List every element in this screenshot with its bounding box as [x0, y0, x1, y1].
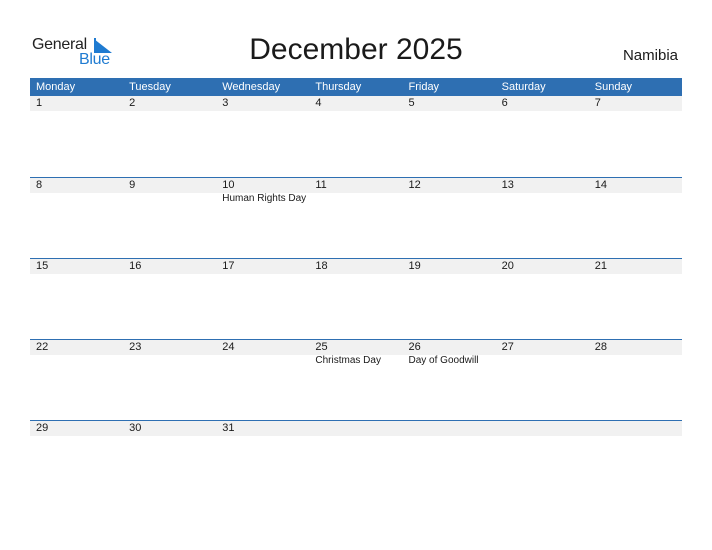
- week-cells: 22 23 24 25 Christmas Day 26 Day of Goodwill 27…: [30, 339, 682, 367]
- day-number: 10: [222, 179, 235, 191]
- day-cell: 16: [123, 258, 216, 274]
- day-cell: 23: [123, 339, 216, 367]
- day-cell: 4: [309, 96, 402, 111]
- day-cell: 5: [403, 96, 496, 111]
- day-number: 7: [594, 97, 601, 109]
- day-cell: 14: [589, 177, 682, 205]
- page-title: December 2025: [249, 33, 463, 66]
- weekday-tuesday: Tuesday: [129, 81, 171, 93]
- week-cells: 29 30 31: [30, 420, 682, 436]
- week-row: 1 2 3 4 5 6 7: [30, 96, 682, 177]
- day-number: 31: [222, 422, 235, 434]
- day-cell: 30: [123, 420, 216, 436]
- day-cell: 29: [30, 420, 123, 436]
- day-number: 18: [315, 260, 328, 272]
- day-cell: 6: [496, 96, 589, 111]
- day-number: 5: [408, 97, 415, 109]
- weekday-wednesday: Wednesday: [222, 81, 281, 93]
- weekday-monday: Monday: [36, 81, 76, 93]
- weeks-container: 1 2 3 4 5 6 7 8 9 10 Human Rights Day 11 12 13 14 15 16 1…: [30, 96, 682, 501]
- day-number: 13: [501, 179, 514, 191]
- day-number: 21: [594, 260, 607, 272]
- weekday-friday: Friday: [408, 81, 440, 93]
- day-number: 25: [315, 341, 328, 353]
- day-cell: [309, 420, 402, 436]
- day-cell: 11: [309, 177, 402, 205]
- day-cell: 19: [403, 258, 496, 274]
- day-number: 3: [222, 97, 229, 109]
- country-label: Namibia: [622, 47, 678, 64]
- day-cell: 28: [589, 339, 682, 367]
- calendar-grid: Monday Tuesday Wednesday Thursday Friday…: [30, 78, 682, 501]
- day-number: 28: [594, 341, 607, 353]
- day-cell: 25 Christmas Day: [309, 339, 402, 367]
- day-number: 4: [315, 97, 322, 109]
- day-cell: 9: [123, 177, 216, 205]
- day-number: 2: [129, 97, 136, 109]
- day-number: 17: [222, 260, 235, 272]
- day-number: 8: [36, 179, 43, 191]
- day-cell: 8: [30, 177, 123, 205]
- day-cell: 26 Day of Goodwill: [403, 339, 496, 367]
- day-cell: 21: [589, 258, 682, 274]
- week-row: 8 9 10 Human Rights Day 11 12 13 14: [30, 177, 682, 258]
- week-row: 22 23 24 25 Christmas Day 26 Day of Goodwill 27…: [30, 339, 682, 420]
- day-cell: 10 Human Rights Day: [216, 177, 309, 205]
- day-cell: 15: [30, 258, 123, 274]
- day-cell: 1: [30, 96, 123, 111]
- day-number: 27: [501, 341, 514, 353]
- day-number: [502, 421, 589, 436]
- day-cell: 24: [216, 339, 309, 367]
- day-number: 26: [408, 341, 421, 353]
- day-cell: [496, 420, 589, 436]
- day-cell: 3: [216, 96, 309, 111]
- weekday-header: Monday Tuesday Wednesday Thursday Friday…: [30, 78, 682, 96]
- week-row: 29 30 31: [30, 420, 682, 501]
- day-number: 15: [36, 260, 49, 272]
- day-cell: 31: [216, 420, 309, 436]
- day-number: 6: [501, 97, 508, 109]
- day-cell: 12: [403, 177, 496, 205]
- day-cell: 17: [216, 258, 309, 274]
- holiday-label: Christmas Day: [315, 355, 381, 366]
- day-number: 1: [36, 97, 43, 109]
- day-number: 9: [129, 179, 136, 191]
- day-number: 22: [36, 341, 49, 353]
- day-number: 24: [222, 341, 235, 353]
- day-cell: 27: [496, 339, 589, 367]
- week-cells: 8 9 10 Human Rights Day 11 12 13 14: [30, 177, 682, 205]
- holiday-label: Human Rights Day: [222, 193, 307, 204]
- day-number: 20: [501, 260, 514, 272]
- day-number: [595, 421, 682, 436]
- day-cell: 13: [496, 177, 589, 205]
- day-cell: 7: [589, 96, 682, 111]
- weekday-thursday: Thursday: [315, 81, 362, 93]
- day-cell: 20: [496, 258, 589, 274]
- week-row: 15 16 17 18 19 20 21: [30, 258, 682, 339]
- day-number: [409, 421, 496, 436]
- day-number: 29: [36, 422, 49, 434]
- weekday-sunday: Sunday: [594, 81, 633, 93]
- day-cell: [403, 420, 496, 436]
- day-number: 11: [315, 179, 327, 191]
- day-cell: 22: [30, 339, 123, 367]
- day-number: 14: [594, 179, 607, 191]
- day-number: 12: [408, 179, 421, 191]
- day-number: 30: [129, 422, 142, 434]
- holiday-label: Day of Goodwill: [408, 355, 479, 366]
- day-number: [315, 421, 402, 436]
- weekday-saturday: Saturday: [501, 81, 546, 93]
- day-cell: 18: [309, 258, 402, 274]
- day-cell: 2: [123, 96, 216, 111]
- day-number: 16: [129, 260, 142, 272]
- week-cells: 1 2 3 4 5 6 7: [30, 96, 682, 111]
- week-cells: 15 16 17 18 19 20 21: [30, 258, 682, 274]
- day-number: 19: [408, 260, 421, 272]
- day-number: 23: [129, 341, 142, 353]
- day-cell: [589, 420, 682, 436]
